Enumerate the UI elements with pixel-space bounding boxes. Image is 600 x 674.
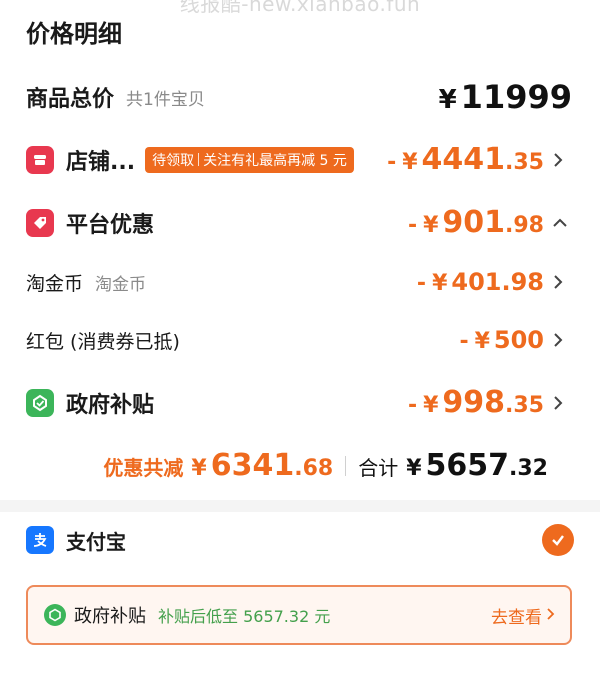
platform-discount-amount: - ¥ 901 .98 <box>407 205 544 240</box>
taojinbi-row[interactable]: 淘金币 淘金币 - ¥ 401.98 <box>26 268 572 296</box>
taojinbi-sub: 淘金币 <box>95 274 147 295</box>
store-label: 店铺... <box>66 149 136 175</box>
price-summary: 优惠共减 ¥ 6341 .68 合计 ¥ 5657 .32 <box>103 448 548 483</box>
goods-total-amount: ¥ 11999 <box>438 78 572 116</box>
platform-label: 平台优惠 <box>66 212 155 238</box>
payment-method-alipay[interactable]: 支付宝 <box>26 524 574 556</box>
store-coupon-badge[interactable]: 待领取 关注有礼最高再减 5 元 <box>145 146 354 173</box>
chevron-up-icon[interactable] <box>552 217 572 229</box>
store-discount-amount: - ¥ 4441 .35 <box>387 142 544 177</box>
payment-label: 支付宝 <box>66 529 126 554</box>
discount-total-label: 优惠共减 <box>103 456 184 480</box>
discount-total-dec: .68 <box>294 456 334 481</box>
chevron-right-icon[interactable] <box>552 395 572 411</box>
tag-icon <box>26 208 54 237</box>
subsidy-notice-text: 补贴后低至 5657.32 元 <box>158 607 331 626</box>
gov-subsidy-icon <box>26 388 54 417</box>
chevron-right-icon[interactable] <box>546 606 556 625</box>
hongbao-row[interactable]: 红包 (消费券已抵) - ¥ 500 <box>26 326 572 354</box>
taojinbi-label: 淘金币 <box>26 272 84 295</box>
discount-currency: ¥ <box>191 456 207 481</box>
goods-total-label: 商品总价 <box>26 87 115 112</box>
check-icon[interactable] <box>542 524 574 556</box>
summary-divider <box>345 455 347 476</box>
gov-subsidy-small-icon <box>44 604 66 626</box>
grand-total-dec: .32 <box>509 456 548 481</box>
platform-discount-row[interactable]: 平台优惠 - ¥ 901 .98 <box>26 205 572 240</box>
section-separator <box>0 500 600 512</box>
store-discount-row[interactable]: 店铺... 待领取 关注有礼最高再减 5 元 - ¥ 4441 .35 <box>26 142 572 177</box>
discount-total-int: 6341 <box>210 448 295 483</box>
goods-total-row: 商品总价 共1件宝贝 ¥ 11999 <box>26 78 572 116</box>
view-link[interactable]: 去查看 <box>491 603 542 628</box>
subsidy-notice[interactable]: 政府补贴 补贴后低至 5657.32 元 去查看 <box>26 585 572 645</box>
taojinbi-amount: - ¥ 401.98 <box>416 268 544 296</box>
gov-subsidy-amount: - ¥ 998 .35 <box>407 385 544 420</box>
grand-total-currency: ¥ <box>406 456 422 481</box>
chevron-right-icon[interactable] <box>552 274 572 290</box>
store-icon <box>26 145 54 174</box>
gov-subsidy-label: 政府补贴 <box>66 392 155 418</box>
alipay-icon <box>26 526 54 554</box>
subsidy-notice-label: 政府补贴 <box>74 606 146 627</box>
chevron-right-icon[interactable] <box>552 152 572 168</box>
grand-total-int: 5657 <box>425 448 510 483</box>
goods-count: 共1件宝贝 <box>126 89 205 110</box>
hongbao-label: 红包 (消费券已抵) <box>26 330 180 353</box>
hongbao-amount: - ¥ 500 <box>459 326 544 354</box>
grand-total-label: 合计 <box>358 456 399 480</box>
page-title: 价格明细 <box>26 20 122 48</box>
gov-subsidy-row[interactable]: 政府补贴 - ¥ 998 .35 <box>26 385 572 420</box>
chevron-right-icon[interactable] <box>552 332 572 348</box>
